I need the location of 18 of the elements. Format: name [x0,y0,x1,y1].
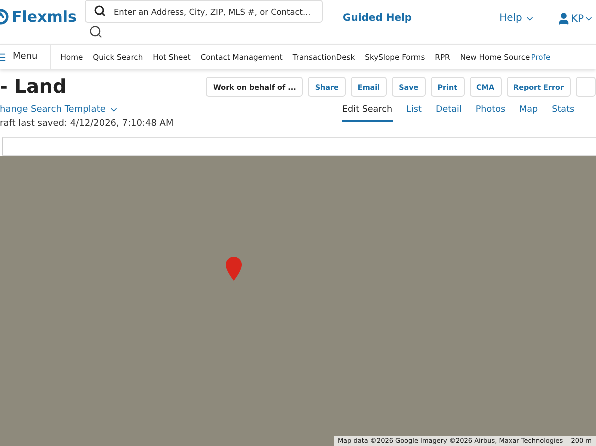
search-icon[interactable] [89,25,103,39]
view-tab[interactable]: Edit Search [342,105,393,122]
menu-button[interactable]: Menu [0,45,51,69]
logo-text: Flexmls [12,8,77,26]
help-link[interactable]: Help [500,13,522,24]
view-tab[interactable]: Map [520,105,538,122]
view-tab[interactable]: Detail [436,105,462,122]
view-tab[interactable]: Photos [476,105,506,122]
user-icon[interactable] [557,12,572,26]
view-tab[interactable]: Stats [552,105,575,122]
page-title: - Land [0,77,68,97]
search-template-link[interactable]: hange Search Template [0,105,106,115]
search-icon [94,5,106,17]
view-tab[interactable]: List [406,105,422,122]
search-field[interactable]: Enter an Address, City, ZIP, MLS #, or Contact... [85,0,323,23]
guided-help-link[interactable]: Guided Help [343,13,412,24]
draft-saved-text: raft last saved: 4/12/2026, 7:10:48 AM [0,119,175,129]
user-initials[interactable]: KP [571,14,584,24]
